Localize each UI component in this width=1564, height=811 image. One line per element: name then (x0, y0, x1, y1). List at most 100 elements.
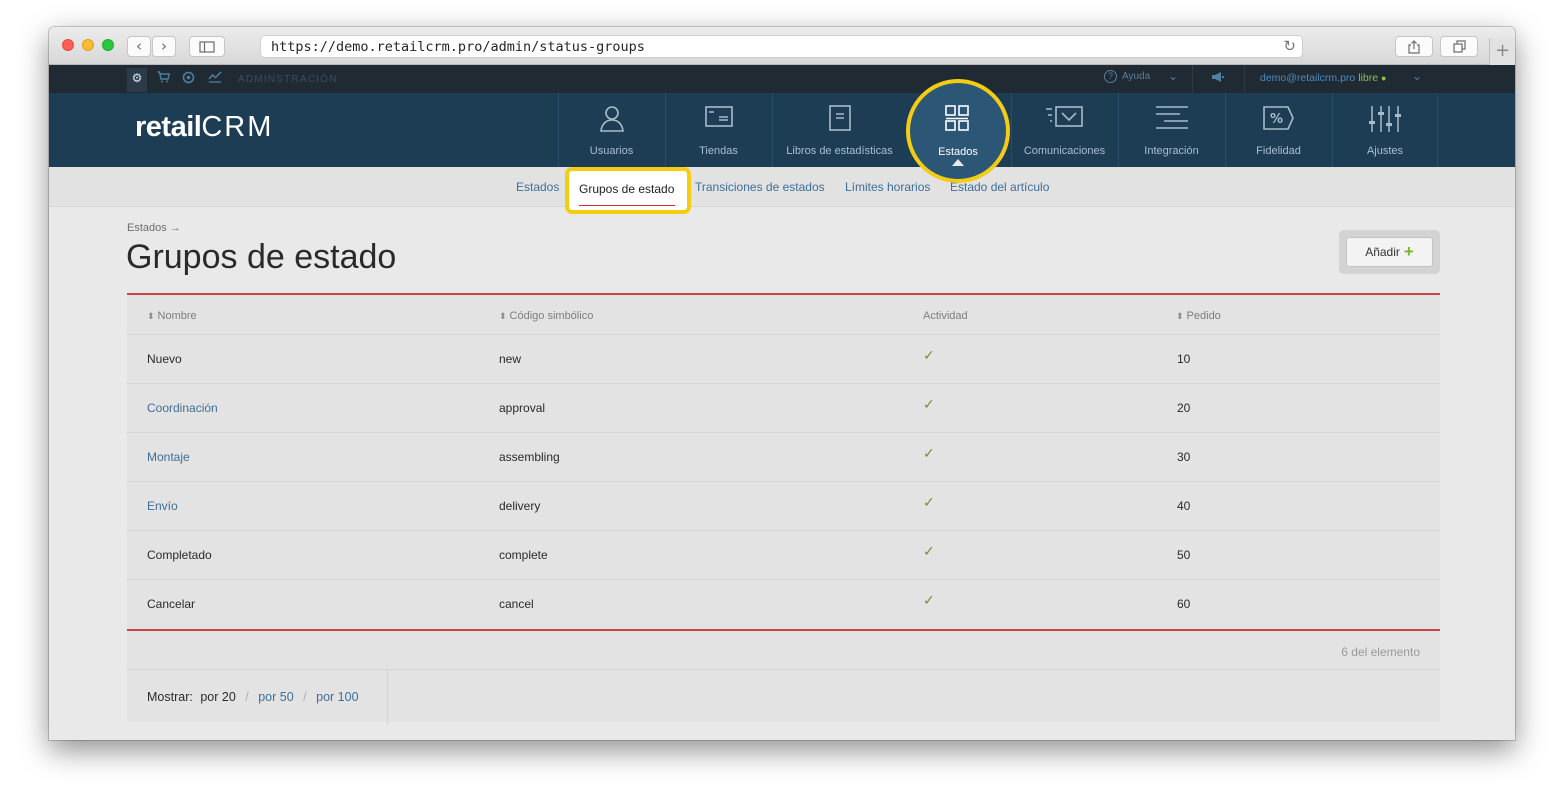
back-icon[interactable]: ‹ (127, 36, 151, 57)
page-size-100-link[interactable]: por 100 (316, 690, 358, 704)
nav-item-estados[interactable]: Estados (906, 79, 1010, 183)
store-icon (666, 105, 771, 135)
help-label: Ayuda (1122, 71, 1151, 82)
analytics-icon[interactable] (208, 71, 222, 86)
nav-label: Comunicaciones (1023, 145, 1106, 157)
nav-item-fidelidad[interactable]: % Fidelidad (1225, 93, 1331, 167)
add-button[interactable]: Añadir + (1346, 237, 1433, 267)
status-groups-table: ⬍ Nombre ⬍ Código simbólico Actividad ⬍ Ped… (127, 293, 1440, 725)
user-plan: libre (1358, 72, 1379, 84)
table-row[interactable]: Envío delivery ✓ 40 (127, 482, 1440, 531)
minimize-window-button[interactable] (82, 39, 94, 51)
row-name-link[interactable]: Coordinación (147, 401, 218, 415)
nav-item-libros[interactable]: Libros de estadísticas (772, 93, 906, 167)
megaphone-icon[interactable] (1211, 71, 1225, 86)
new-tab-icon[interactable]: + (1489, 38, 1515, 65)
target-icon[interactable] (182, 71, 195, 87)
retailcrm-logo[interactable]: retailCRM (135, 111, 273, 144)
user-email: demo@retailcrm.pro (1260, 72, 1356, 84)
address-bar[interactable]: https://demo.retailcrm.pro/admin/status-… (260, 35, 1303, 58)
integration-icon (1119, 105, 1224, 135)
row-order: 30 (1177, 450, 1191, 464)
column-header-codigo[interactable]: ⬍ Código simbólico (499, 310, 593, 322)
cart-icon[interactable] (157, 71, 171, 86)
row-name-link[interactable]: Montaje (147, 450, 190, 464)
nav-label: Ajustes (1366, 145, 1404, 157)
nav-item-usuarios[interactable]: Usuarios (558, 93, 664, 167)
browser-window: ‹ › https://demo.retailcrm.pro/admin/sta… (49, 27, 1515, 740)
online-status-icon: ● (1380, 73, 1387, 83)
divider: / (245, 690, 249, 704)
logo-text: retail (135, 111, 202, 143)
subnav-item-limites[interactable]: Límites horarios (845, 180, 930, 194)
row-code: approval (499, 401, 546, 415)
zoom-window-button[interactable] (102, 39, 114, 51)
main-content: Estados → Grupos de estado Añadir + ⬍ Nomb… (49, 208, 1515, 740)
nav-label: Libros de estadísticas (786, 145, 893, 157)
nav-label: Integración (1144, 145, 1199, 157)
subnav-item-estados[interactable]: Estados (516, 180, 559, 194)
nav-item-ajustes[interactable]: Ajustes (1332, 93, 1438, 167)
svg-text:%: % (1270, 112, 1283, 127)
admin-section-label: ADMINSTRACIÓN (238, 74, 338, 85)
table-row[interactable]: Completado complete ✓ 50 (127, 531, 1440, 580)
row-name-link[interactable]: Envío (147, 499, 178, 513)
book-icon (773, 105, 906, 135)
browser-toolbar: ‹ › https://demo.retailcrm.pro/admin/sta… (49, 27, 1515, 65)
sidebar-icon[interactable] (189, 36, 225, 57)
table-row[interactable]: Coordinación approval ✓ 20 (127, 384, 1440, 433)
table-header: ⬍ Nombre ⬍ Código simbólico Actividad ⬍ Ped… (127, 295, 1440, 335)
table-row[interactable]: Montaje assembling ✓ 30 (127, 433, 1440, 482)
reload-icon[interactable]: ↻ (1283, 37, 1296, 55)
header-label: Código simbólico (509, 310, 594, 322)
nav-label: Estados (938, 146, 978, 158)
nav-label: Usuarios (589, 145, 634, 157)
column-header-actividad: Actividad (923, 310, 968, 322)
active-nav-caret (952, 159, 964, 166)
divider (1192, 65, 1193, 93)
subnav-item-grupos-active[interactable]: Grupos de estado (565, 167, 691, 214)
chevron-down-icon[interactable]: ⌄ (1168, 69, 1178, 83)
divider (1244, 65, 1245, 93)
subnav-item-transiciones[interactable]: Transiciones de estados (695, 180, 825, 194)
help-link[interactable]: ? Ayuda (1104, 70, 1150, 83)
divider (387, 670, 388, 725)
gear-icon[interactable]: ⚙ (127, 68, 147, 92)
row-order: 60 (1177, 597, 1191, 611)
chevron-down-icon[interactable]: ⌄ (1412, 69, 1422, 83)
row-code: cancel (499, 597, 534, 611)
row-order: 50 (1177, 548, 1191, 562)
tabs-overview-icon[interactable] (1440, 36, 1478, 57)
mail-icon (1012, 105, 1117, 135)
forward-icon[interactable]: › (152, 36, 176, 57)
nav-item-tiendas[interactable]: Tiendas (665, 93, 771, 167)
show-label: Mostrar: (147, 690, 193, 704)
row-code: assembling (499, 450, 560, 464)
table-row[interactable]: Cancelar cancel ✓ 60 (127, 580, 1440, 629)
page-size-current: por 20 (200, 690, 236, 704)
pagination-bar: Mostrar: por 20 / por 50 / por 100 (127, 669, 1440, 725)
column-header-pedido[interactable]: ⬍ Pedido (1176, 310, 1221, 322)
nav-item-integracion[interactable]: Integración (1118, 93, 1224, 167)
help-icon: ? (1104, 70, 1117, 83)
add-button-label: Añadir (1365, 245, 1400, 259)
page-size-selector: Mostrar: por 20 / por 50 / por 100 (147, 690, 359, 704)
user-menu[interactable]: demo@retailcrm.pro libre ● (1260, 72, 1386, 84)
subnav-active-label: Grupos de estado (579, 182, 675, 196)
user-icon (559, 105, 664, 135)
table-row[interactable]: Nuevo new ✓ 10 (127, 335, 1440, 384)
nav-item-comunicaciones[interactable]: Comunicaciones (1011, 93, 1117, 167)
nav-label: Fidelidad (1256, 145, 1301, 157)
check-icon: ✓ (923, 544, 935, 560)
row-order: 20 (1177, 401, 1191, 415)
header-label: Pedido (1186, 310, 1221, 322)
check-icon: ✓ (923, 495, 935, 511)
breadcrumb[interactable]: Estados → (127, 222, 181, 234)
page-size-50-link[interactable]: por 50 (258, 690, 293, 704)
close-window-button[interactable] (62, 39, 74, 51)
column-header-nombre[interactable]: ⬍ Nombre (147, 310, 197, 322)
sub-navigation: Estados Transiciones de estados Límites … (49, 167, 1515, 207)
share-icon[interactable] (1395, 36, 1433, 57)
item-count: 6 del elemento (1341, 645, 1420, 659)
check-icon: ✓ (923, 397, 935, 413)
